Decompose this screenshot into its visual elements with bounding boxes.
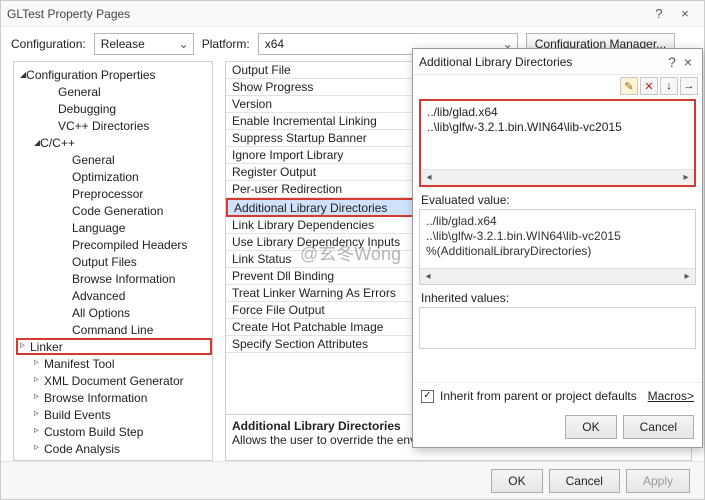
directories-edit-box[interactable]: ../lib/glad.x64 ..\lib\glfw-3.2.1.bin.WI… (419, 99, 696, 187)
scroll-right-icon[interactable]: ▸ (678, 172, 694, 183)
tree-item-vcpp-dirs[interactable]: VC++ Directories (16, 117, 212, 134)
tree-item-code-analysis[interactable]: Code Analysis (16, 440, 212, 457)
move-right-icon[interactable]: → (680, 77, 698, 95)
tree-item[interactable]: Language (16, 219, 212, 236)
tree-item-general[interactable]: General (16, 83, 212, 100)
macros-button[interactable]: Macros> (648, 389, 694, 403)
tree-item[interactable]: Output Files (16, 253, 212, 270)
new-line-icon[interactable]: ✎ (620, 77, 638, 95)
eval-line: %(AdditionalLibraryDirectories) (426, 244, 689, 259)
tree-item[interactable]: All Options (16, 304, 212, 321)
tree-view[interactable]: Configuration Properties General Debuggi… (13, 61, 213, 461)
close-icon[interactable]: × (680, 54, 696, 70)
tree-item-custom-build[interactable]: Custom Build Step (16, 423, 212, 440)
configuration-dropdown[interactable]: Release ⌄ (94, 33, 194, 55)
chevron-down-icon: ⌄ (179, 37, 189, 51)
inherit-label: Inherit from parent or project defaults (440, 389, 637, 403)
tree-item[interactable]: Optimization (16, 168, 212, 185)
inherited-values-label: Inherited values: (413, 285, 702, 307)
inherited-values-box (419, 307, 696, 349)
tree-item-debugging[interactable]: Debugging (16, 100, 212, 117)
configuration-value: Release (101, 37, 145, 51)
tree-root[interactable]: Configuration Properties (16, 66, 212, 83)
eval-content: ../lib/glad.x64 ..\lib\glfw-3.2.1.bin.WI… (420, 210, 695, 268)
help-icon[interactable]: ? (646, 4, 672, 24)
window-title: GLTest Property Pages (7, 7, 646, 21)
dialog-actions: OK Cancel (413, 409, 702, 447)
tree-item[interactable]: General (16, 151, 212, 168)
dialog-inherit-row: ✓ Inherit from parent or project default… (413, 382, 702, 409)
dialog-ok-button[interactable]: OK (565, 415, 616, 439)
tree-item-browseinfo[interactable]: Browse Information (16, 389, 212, 406)
dialog-toolbar: ✎ ✕ ↓ → (413, 75, 702, 97)
tree-item-buildevents[interactable]: Build Events (16, 406, 212, 423)
titlebar: GLTest Property Pages ? × (1, 1, 704, 27)
evaluated-value-box: ../lib/glad.x64 ..\lib\glfw-3.2.1.bin.WI… (419, 209, 696, 285)
scroll-right-icon[interactable]: ▸ (679, 271, 695, 282)
dialog-title: Additional Library Directories (419, 55, 664, 69)
platform-value: x64 (265, 37, 284, 51)
scroll-left-icon[interactable]: ◂ (420, 271, 436, 282)
additional-library-directories-dialog: Additional Library Directories ? × ✎ ✕ ↓… (412, 48, 703, 448)
horizontal-scrollbar[interactable]: ◂ ▸ (420, 268, 695, 284)
platform-label: Platform: (202, 37, 250, 51)
tree-item[interactable]: Code Generation (16, 202, 212, 219)
help-icon[interactable]: ? (664, 54, 680, 70)
tree-item[interactable]: Precompiled Headers (16, 236, 212, 253)
tree-item[interactable]: Command Line (16, 321, 212, 338)
inherit-checkbox[interactable]: ✓ (421, 390, 434, 403)
dialog-cancel-button[interactable]: Cancel (623, 415, 694, 439)
delete-icon[interactable]: ✕ (640, 77, 658, 95)
eval-line: ..\lib\glfw-3.2.1.bin.WIN64\lib-vc2015 (426, 229, 689, 244)
close-icon[interactable]: × (672, 4, 698, 24)
configuration-label: Configuration: (11, 37, 86, 51)
apply-button[interactable]: Apply (626, 469, 690, 493)
tree-item-manifest[interactable]: Manifest Tool (16, 355, 212, 372)
main-footer: OK Cancel Apply (1, 461, 704, 499)
eval-line: ../lib/glad.x64 (426, 214, 689, 229)
horizontal-scrollbar[interactable]: ◂ ▸ (421, 169, 694, 185)
cancel-button[interactable]: Cancel (549, 469, 620, 493)
ok-button[interactable]: OK (491, 469, 542, 493)
tree-item[interactable]: Preprocessor (16, 185, 212, 202)
evaluated-value-label: Evaluated value: (413, 187, 702, 209)
tree-item-linker[interactable]: Linker (16, 338, 212, 355)
scroll-left-icon[interactable]: ◂ (421, 172, 437, 183)
edit-line: ../lib/glad.x64 (427, 105, 688, 120)
edit-content[interactable]: ../lib/glad.x64 ..\lib\glfw-3.2.1.bin.WI… (421, 101, 694, 169)
dialog-titlebar: Additional Library Directories ? × (413, 49, 702, 75)
tree-item-ccpp[interactable]: C/C++ (16, 134, 212, 151)
tree-item[interactable]: Advanced (16, 287, 212, 304)
move-down-icon[interactable]: ↓ (660, 77, 678, 95)
tree-item[interactable]: Browse Information (16, 270, 212, 287)
edit-line: ..\lib\glfw-3.2.1.bin.WIN64\lib-vc2015 (427, 120, 688, 135)
tree-item-xmlgen[interactable]: XML Document Generator (16, 372, 212, 389)
